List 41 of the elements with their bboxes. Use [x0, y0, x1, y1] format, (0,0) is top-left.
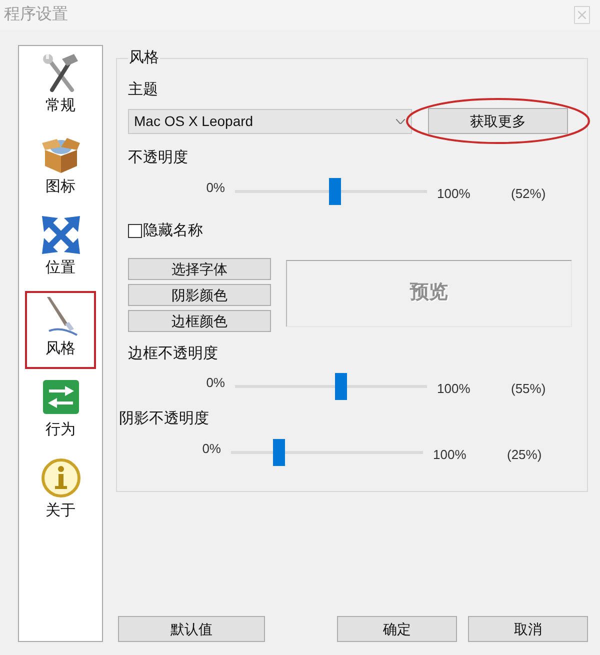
slider-max-label: 100% [437, 380, 472, 398]
window-title: 程序设置 [4, 4, 68, 25]
slider-thumb[interactable] [273, 439, 285, 466]
shadow-opacity-label: 阴影不透明度 [119, 409, 209, 429]
option-button[interactable]: 边框颜色 [128, 310, 271, 332]
get-more-button[interactable]: 获取更多 [428, 108, 568, 134]
theme-label: 主题 [128, 80, 158, 100]
border-opacity-label: 边框不透明度 [128, 344, 218, 364]
close-icon [578, 11, 586, 19]
default-button[interactable]: 默认值 [118, 616, 265, 642]
four-arrows-icon [40, 215, 80, 255]
opacity-label: 不透明度 [128, 148, 188, 168]
slider-min-label: 0% [205, 178, 225, 197]
preview-text: 预览 [410, 281, 448, 306]
ok-button[interactable]: 确定 [337, 616, 457, 642]
slider-max-label: 100% [433, 446, 468, 464]
option-button[interactable]: 阴影颜色 [128, 284, 271, 306]
option-button[interactable]: 选择字体 [128, 258, 271, 280]
slider-thumb[interactable] [334, 373, 347, 400]
sidebar-item[interactable]: 位置 [25, 210, 96, 288]
theme-dropdown[interactable]: Mac OS X Leopard [128, 108, 412, 134]
chevron-down-icon [396, 118, 405, 124]
slider-reading: (55%) [511, 380, 546, 398]
checkbox[interactable] [128, 224, 142, 238]
cancel-button[interactable]: 取消 [468, 616, 588, 642]
sidebar-item[interactable]: 常规 [25, 48, 96, 126]
slider-min-label: 0% [201, 440, 221, 458]
sidebar-item[interactable]: 风格 [25, 291, 96, 369]
sidebar-item[interactable]: 图标 [25, 129, 96, 207]
sidebar-item[interactable]: 关于 [25, 453, 96, 531]
slider-reading: (25%) [507, 446, 542, 464]
slider-reading: (52%) [511, 184, 546, 203]
checkbox-label[interactable]: 隐藏名称 [143, 220, 203, 242]
slider-max-label: 100% [437, 184, 472, 203]
wrench-hammer-icon [40, 53, 80, 93]
slider-min-label: 0% [205, 374, 225, 392]
slider-thumb[interactable] [328, 178, 341, 205]
sidebar-item[interactable]: 行为 [25, 372, 96, 450]
swap-arrows-icon [40, 377, 80, 417]
info-icon [40, 458, 80, 498]
group-title: 风格 [128, 48, 160, 68]
